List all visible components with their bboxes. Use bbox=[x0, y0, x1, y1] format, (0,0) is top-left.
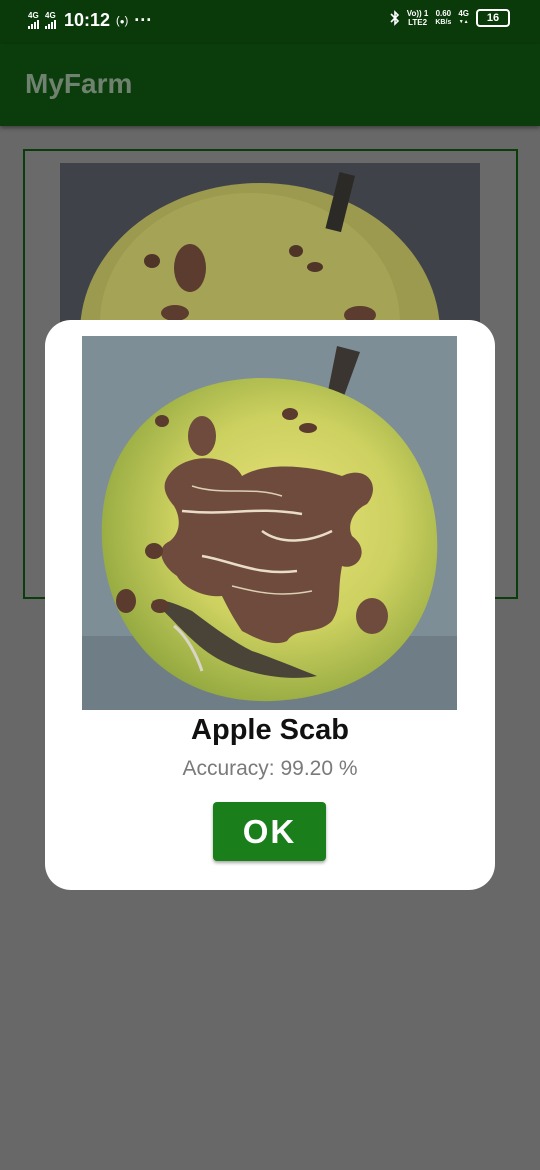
sim1-network-label: 4G bbox=[28, 11, 39, 20]
data-network-indicator: 4G ▼▲ bbox=[458, 9, 469, 25]
network-speed: 0.60 KB/s bbox=[435, 9, 452, 26]
status-bar: 4G 4G 10:12 (●) ··· Vo)) 1 LTE2 0.60 KB/… bbox=[0, 0, 540, 44]
sim2-network-label: 4G bbox=[45, 11, 56, 20]
accuracy-text: Accuracy: 99.20 % bbox=[182, 757, 358, 780]
result-dialog: Apple Scab Accuracy: 99.20 % OK bbox=[45, 320, 495, 890]
sim2-signal-icon: 4G bbox=[45, 12, 56, 29]
diagnosed-fruit-image bbox=[82, 336, 457, 710]
app-bar: MyFarm bbox=[0, 44, 540, 126]
clock: 10:12 bbox=[64, 10, 111, 30]
app-title: MyFarm bbox=[25, 68, 133, 99]
status-bar-right: Vo)) 1 LTE2 0.60 KB/s 4G ▼▲ 16 bbox=[390, 9, 510, 27]
volte-indicator: Vo)) 1 LTE2 bbox=[406, 9, 429, 27]
ok-button[interactable]: OK bbox=[213, 802, 326, 861]
status-bar-left: 4G 4G 10:12 (●) ··· bbox=[28, 10, 152, 31]
sim1-signal-icon: 4G bbox=[28, 12, 39, 29]
disease-name: Apple Scab bbox=[191, 714, 349, 746]
background-leaf-image bbox=[60, 163, 480, 323]
battery-icon: 16 bbox=[476, 9, 510, 27]
bluetooth-icon bbox=[390, 10, 399, 26]
more-notifications-icon: ··· bbox=[134, 10, 153, 30]
hotspot-icon: (●) bbox=[116, 14, 129, 27]
